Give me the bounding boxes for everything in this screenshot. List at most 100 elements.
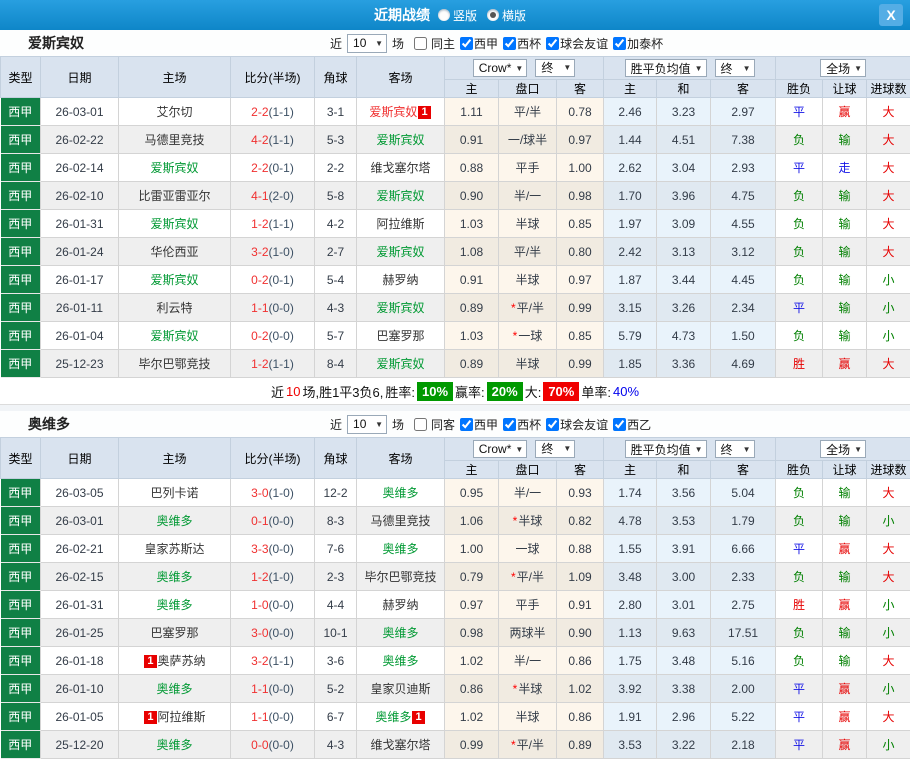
match-date: 26-01-10 bbox=[41, 675, 119, 703]
corner-count: 3-6 bbox=[315, 647, 357, 675]
team-name: 华伦西亚 bbox=[150, 245, 198, 259]
fulltime-score: 1-1 bbox=[251, 710, 268, 724]
mean-home: 2.80 bbox=[604, 591, 657, 619]
bookmaker-select[interactable]: Crow*▼ bbox=[473, 59, 528, 77]
result-handicap: 赢 bbox=[823, 535, 867, 563]
comp-filter-catalunya[interactable]: 加泰杯 bbox=[608, 35, 663, 52]
comp-filter-friendly[interactable]: 球会友谊 bbox=[541, 35, 608, 52]
col-result-ou: 进球数 bbox=[867, 80, 910, 98]
away-odds: 0.90 bbox=[557, 619, 604, 647]
match-row: 西甲26-03-01艾尔切2-2(1-1)3-1爱斯宾奴11.11平/半0.78… bbox=[1, 98, 910, 126]
away-team-cell: 赫罗纳 bbox=[357, 591, 445, 619]
same-away-filter[interactable]: 同客 bbox=[406, 416, 455, 433]
comp-checkbox[interactable] bbox=[546, 418, 559, 431]
match-count-select[interactable]: 10 ▼ bbox=[347, 415, 387, 434]
halftime-score: (1-1) bbox=[269, 357, 294, 371]
final-odds-select[interactable]: 终▼ bbox=[535, 440, 575, 458]
halftime-score: (1-0) bbox=[269, 245, 294, 259]
match-date: 26-03-05 bbox=[41, 479, 119, 507]
result-handicap: 输 bbox=[823, 266, 867, 294]
match-row: 西甲26-03-01奥维多0-1(0-0)8-3马德里竞技1.06*半球0.82… bbox=[1, 507, 910, 535]
same-home-filter[interactable]: 同主 bbox=[406, 35, 455, 52]
comp-checkbox[interactable] bbox=[503, 37, 516, 50]
away-team-cell: 奥维多 bbox=[357, 479, 445, 507]
mean-home: 3.53 bbox=[604, 731, 657, 759]
comp-checkbox[interactable] bbox=[546, 37, 559, 50]
league-badge: 西甲 bbox=[1, 703, 41, 731]
col-result-wdl: 胜负 bbox=[776, 80, 823, 98]
comp-checkbox[interactable] bbox=[613, 37, 626, 50]
section1-table: 类型 日期 主场 比分(半场) 角球 客场 Crow*▼终▼ 胜平负均值▼终▼ … bbox=[0, 56, 910, 378]
mean-away: 5.16 bbox=[711, 647, 776, 675]
final-mean-select[interactable]: 终▼ bbox=[715, 440, 755, 458]
match-date: 26-01-18 bbox=[41, 647, 119, 675]
radio-icon-horizontal[interactable] bbox=[487, 9, 499, 21]
mean-select[interactable]: 胜平负均值▼ bbox=[625, 59, 707, 77]
result-wdl: 平 bbox=[776, 731, 823, 759]
section1-team-name: 爱斯宾奴 bbox=[28, 33, 328, 53]
away-odds: 0.86 bbox=[557, 703, 604, 731]
radio-icon-vertical[interactable] bbox=[438, 9, 450, 21]
away-team-cell: 阿拉维斯 bbox=[357, 210, 445, 238]
final-mean-select[interactable]: 终▼ bbox=[715, 59, 755, 77]
panel-title: 近期战绩 bbox=[374, 5, 430, 25]
match-date: 26-02-15 bbox=[41, 563, 119, 591]
mean-away: 4.69 bbox=[711, 350, 776, 378]
same-away-checkbox[interactable] bbox=[414, 418, 427, 431]
chevron-down-icon: ▼ bbox=[743, 445, 751, 454]
layout-option-horizontal[interactable]: 横版 bbox=[487, 7, 526, 24]
match-row: 西甲26-02-21皇家苏斯达3-3(0-0)7-6奥维多1.00一球0.881… bbox=[1, 535, 910, 563]
close-icon[interactable]: X bbox=[879, 4, 903, 26]
comp-filter-laliga[interactable]: 西甲 bbox=[455, 35, 498, 52]
team-name: 奥维多 bbox=[382, 486, 418, 500]
team-name: 爱斯宾奴 bbox=[376, 301, 424, 315]
team-name: 皇家苏斯达 bbox=[144, 542, 204, 556]
away-odds: 0.99 bbox=[557, 294, 604, 322]
home-team-cell: 巴塞罗那 bbox=[119, 619, 231, 647]
match-row: 西甲26-01-11利云特1-1(0-0)4-3爱斯宾奴0.89*平/半0.99… bbox=[1, 294, 910, 322]
halftime-score: (0-0) bbox=[269, 738, 294, 752]
chevron-down-icon: ▼ bbox=[854, 64, 862, 73]
bookmaker-select[interactable]: Crow*▼ bbox=[473, 440, 528, 458]
same-home-checkbox[interactable] bbox=[414, 37, 427, 50]
match-row: 西甲26-03-05巴列卡诺3-0(1-0)12-2奥维多0.95半/一0.93… bbox=[1, 479, 910, 507]
score-cell: 4-2(1-1) bbox=[231, 126, 315, 154]
comp-filter-copa[interactable]: 西杯 bbox=[498, 416, 541, 433]
halftime-score: (1-1) bbox=[269, 217, 294, 231]
away-odds: 0.97 bbox=[557, 126, 604, 154]
result-handicap: 输 bbox=[823, 507, 867, 535]
mean-home: 1.13 bbox=[604, 619, 657, 647]
col-type: 类型 bbox=[1, 438, 41, 479]
corner-count: 6-7 bbox=[315, 703, 357, 731]
col-date: 日期 bbox=[41, 57, 119, 98]
comp-filter-friendly[interactable]: 球会友谊 bbox=[541, 416, 608, 433]
result-wdl: 平 bbox=[776, 98, 823, 126]
layout-option-vertical[interactable]: 竖版 bbox=[438, 7, 477, 24]
home-team-cell: 1奥萨苏纳 bbox=[119, 647, 231, 675]
mean-draw: 3.26 bbox=[657, 294, 711, 322]
comp-checkbox[interactable] bbox=[503, 418, 516, 431]
match-row: 西甲26-02-10比雷亚雷亚尔4-1(2-0)5-8爱斯宾奴0.90半/一0.… bbox=[1, 182, 910, 210]
away-odds: 0.80 bbox=[557, 238, 604, 266]
final-odds-select[interactable]: 终▼ bbox=[535, 59, 575, 77]
team-name: 奥维多 bbox=[382, 542, 418, 556]
result-goals: 小 bbox=[867, 675, 910, 703]
fulltime-select[interactable]: 全场▼ bbox=[820, 440, 866, 458]
match-row: 西甲25-12-20奥维多0-0(0-0)4-3维戈塞尔塔0.99*平/半0.8… bbox=[1, 731, 910, 759]
result-handicap: 输 bbox=[823, 479, 867, 507]
mean-select[interactable]: 胜平负均值▼ bbox=[625, 440, 707, 458]
team-name: 马德里竞技 bbox=[370, 514, 430, 528]
corner-count: 3-1 bbox=[315, 98, 357, 126]
team-name: 爱斯宾奴 bbox=[150, 161, 198, 175]
fulltime-select[interactable]: 全场▼ bbox=[820, 59, 866, 77]
comp-checkbox[interactable] bbox=[460, 37, 473, 50]
comp-checkbox[interactable] bbox=[460, 418, 473, 431]
comp-filter-copa[interactable]: 西杯 bbox=[498, 35, 541, 52]
match-count-select[interactable]: 10 ▼ bbox=[347, 34, 387, 53]
team-name: 爱斯宾奴 bbox=[369, 105, 417, 119]
comp-checkbox[interactable] bbox=[613, 418, 626, 431]
comp-filter-segunda[interactable]: 西乙 bbox=[608, 416, 651, 433]
chevron-down-icon: ▼ bbox=[695, 445, 703, 454]
match-date: 25-12-20 bbox=[41, 731, 119, 759]
comp-filter-laliga[interactable]: 西甲 bbox=[455, 416, 498, 433]
